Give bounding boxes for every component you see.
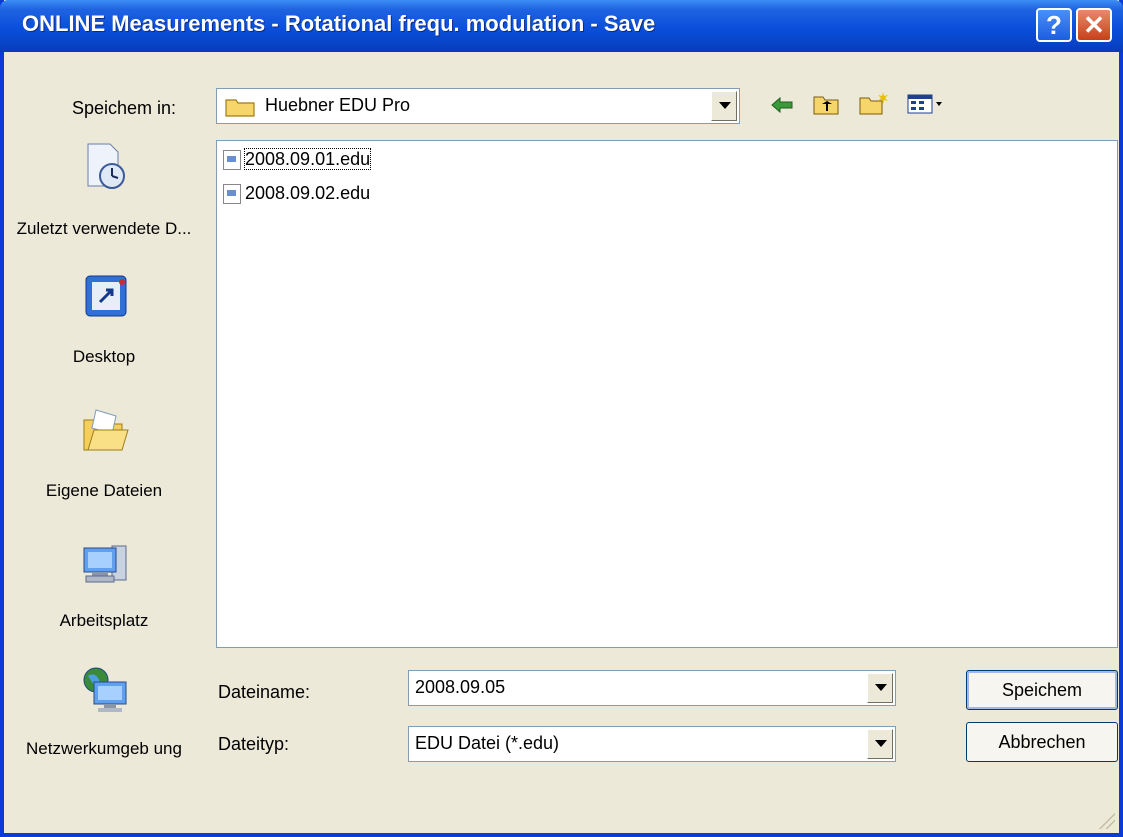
cancel-button[interactable]: Abbrechen <box>966 722 1118 762</box>
network-icon <box>83 667 127 712</box>
location-value: Huebner EDU Pro <box>265 95 411 115</box>
place-desktop-label: Desktop <box>72 347 136 366</box>
close-button[interactable]: ✕ <box>1076 8 1112 42</box>
new-folder-icon[interactable] <box>858 90 890 116</box>
filename-dropdown-arrow[interactable] <box>867 673 893 703</box>
view-menu-icon[interactable] <box>906 92 946 116</box>
file-item[interactable]: 2008.09.02.edu <box>223 183 370 207</box>
filetype-select[interactable]: EDU Datei (*.edu) <box>408 726 896 762</box>
resize-grip[interactable] <box>1099 813 1115 829</box>
window-title: ONLINE Measurements - Rotational frequ. … <box>22 11 656 36</box>
filetype-label: Dateityp: <box>218 734 290 754</box>
my-documents-icon <box>83 409 129 451</box>
place-my-documents-label: Eigene Dateien <box>45 481 163 500</box>
save-button[interactable]: Speichem <box>966 670 1118 710</box>
filename-combo[interactable]: 2008.09.05 <box>408 670 896 706</box>
file-list[interactable]: 2008.09.01.edu 2008.09.02.edu <box>216 140 1118 648</box>
recent-documents-icon <box>87 143 125 189</box>
help-button[interactable]: ? <box>1036 8 1072 42</box>
place-network-label: Netzwerkumgeb ung <box>26 739 182 758</box>
location-dropdown-arrow[interactable] <box>711 91 737 121</box>
my-computer-icon <box>83 545 127 583</box>
title-bar[interactable]: ONLINE Measurements - Rotational frequ. … <box>0 0 1123 52</box>
save-in-label: Speichem in: <box>72 98 177 118</box>
desktop-icon <box>85 275 127 317</box>
save-dialog: ONLINE Measurements - Rotational frequ. … <box>0 0 1123 837</box>
filetype-value: EDU Datei (*.edu) <box>415 733 560 753</box>
filetype-dropdown-arrow[interactable] <box>867 729 893 759</box>
filename-input[interactable]: 2008.09.05 <box>415 677 505 698</box>
file-name: 2008.09.01.edu <box>243 148 372 170</box>
location-combo[interactable]: Huebner EDU Pro <box>216 88 740 124</box>
file-item[interactable]: 2008.09.01.edu <box>223 148 372 173</box>
place-recent-label: Zuletzt verwendete D... <box>16 219 192 238</box>
place-my-computer-label: Arbeitsplatz <box>59 611 149 630</box>
up-folder-icon[interactable] <box>812 92 840 116</box>
edu-file-icon <box>223 150 241 171</box>
folder-icon <box>225 99 255 117</box>
filename-label: Dateiname: <box>218 682 311 702</box>
file-name: 2008.09.02.edu <box>245 183 371 203</box>
back-icon[interactable] <box>770 94 794 116</box>
edu-file-icon <box>223 184 241 205</box>
